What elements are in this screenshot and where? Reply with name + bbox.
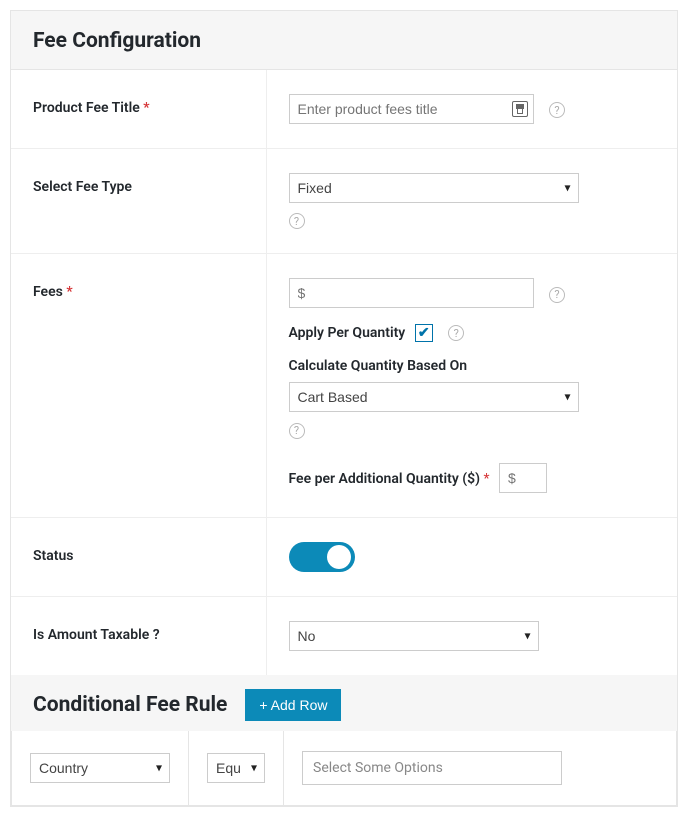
- add-row-button[interactable]: + Add Row: [245, 689, 341, 721]
- row-select-fee-type: Select Fee Type Fixed ?: [11, 149, 677, 254]
- fee-configuration-panel: Fee Configuration Product Fee Title * ?: [10, 10, 678, 807]
- required-asterisk: *: [484, 471, 490, 487]
- cond-operator-select[interactable]: Equa: [207, 753, 265, 783]
- panel-title: Fee Configuration: [33, 29, 655, 53]
- label-text: Fees: [33, 284, 63, 300]
- help-icon[interactable]: ?: [549, 102, 565, 118]
- calc-qty-based-label: Calculate Quantity Based On: [289, 358, 656, 374]
- help-icon[interactable]: ?: [289, 423, 305, 439]
- fee-per-addl-row: Fee per Additional Quantity ($) *: [289, 463, 656, 493]
- row-taxable: Is Amount Taxable ? No: [11, 596, 677, 675]
- cond-operator-cell: Equa: [189, 731, 284, 805]
- label-text: Is Amount Taxable ?: [33, 627, 160, 643]
- product-fee-title-input[interactable]: [289, 94, 534, 124]
- label-status: Status: [11, 517, 266, 596]
- fee-per-addl-label: Fee per Additional Quantity ($): [289, 471, 481, 487]
- fee-type-select-wrap: Fixed: [289, 173, 579, 203]
- conditional-rule-row: Country Equa Select Some Options: [11, 731, 677, 806]
- cond-op-select-wrap: Equa: [207, 753, 265, 783]
- conditional-section-header: Conditional Fee Rule + Add Row: [11, 675, 677, 731]
- apply-per-qty-row: Apply Per Quantity ✔ ?: [289, 324, 656, 342]
- row-product-fee-title: Product Fee Title * ?: [11, 70, 677, 149]
- cond-field-select-wrap: Country: [30, 753, 170, 783]
- calc-qty-select-wrap: Cart Based: [289, 382, 579, 412]
- label-text: Product Fee Title: [33, 100, 140, 116]
- fees-input[interactable]: [289, 278, 534, 308]
- cond-values-cell: Select Some Options: [284, 731, 676, 805]
- fee-per-addl-input[interactable]: [499, 463, 547, 493]
- help-icon[interactable]: ?: [448, 325, 464, 341]
- title-input-wrap: [289, 94, 534, 124]
- required-asterisk: *: [143, 100, 149, 116]
- conditional-title: Conditional Fee Rule: [33, 693, 227, 717]
- row-fees: Fees * ? Apply Per Quantity ✔ ? Calculat…: [11, 254, 677, 517]
- help-icon[interactable]: ?: [289, 213, 305, 229]
- label-text: Status: [33, 548, 73, 564]
- taxable-select-wrap: No: [289, 621, 539, 651]
- label-select-fee-type: Select Fee Type: [11, 149, 266, 254]
- taxable-select[interactable]: No: [289, 621, 539, 651]
- label-taxable: Is Amount Taxable ?: [11, 596, 266, 675]
- label-product-fee-title: Product Fee Title *: [11, 70, 266, 149]
- apply-per-qty-checkbox[interactable]: ✔: [415, 324, 433, 342]
- help-icon[interactable]: ?: [549, 287, 565, 303]
- toggle-knob: [327, 545, 351, 569]
- cond-values-multiselect[interactable]: Select Some Options: [302, 751, 562, 785]
- row-status: Status: [11, 517, 677, 596]
- calc-qty-based-row: Calculate Quantity Based On Cart Based ?: [289, 358, 656, 438]
- required-asterisk: *: [66, 284, 72, 300]
- fee-config-table: Product Fee Title * ? Select Fee Type: [11, 70, 677, 675]
- label-fees: Fees *: [11, 254, 266, 517]
- cond-field-select[interactable]: Country: [30, 753, 170, 783]
- calc-qty-select[interactable]: Cart Based: [289, 382, 579, 412]
- apply-per-qty-label: Apply Per Quantity: [289, 325, 406, 341]
- label-text: Select Fee Type: [33, 179, 132, 195]
- panel-header: Fee Configuration: [11, 11, 677, 70]
- cond-field-cell: Country: [12, 731, 189, 805]
- status-toggle[interactable]: [289, 542, 355, 572]
- fee-type-select[interactable]: Fixed: [289, 173, 579, 203]
